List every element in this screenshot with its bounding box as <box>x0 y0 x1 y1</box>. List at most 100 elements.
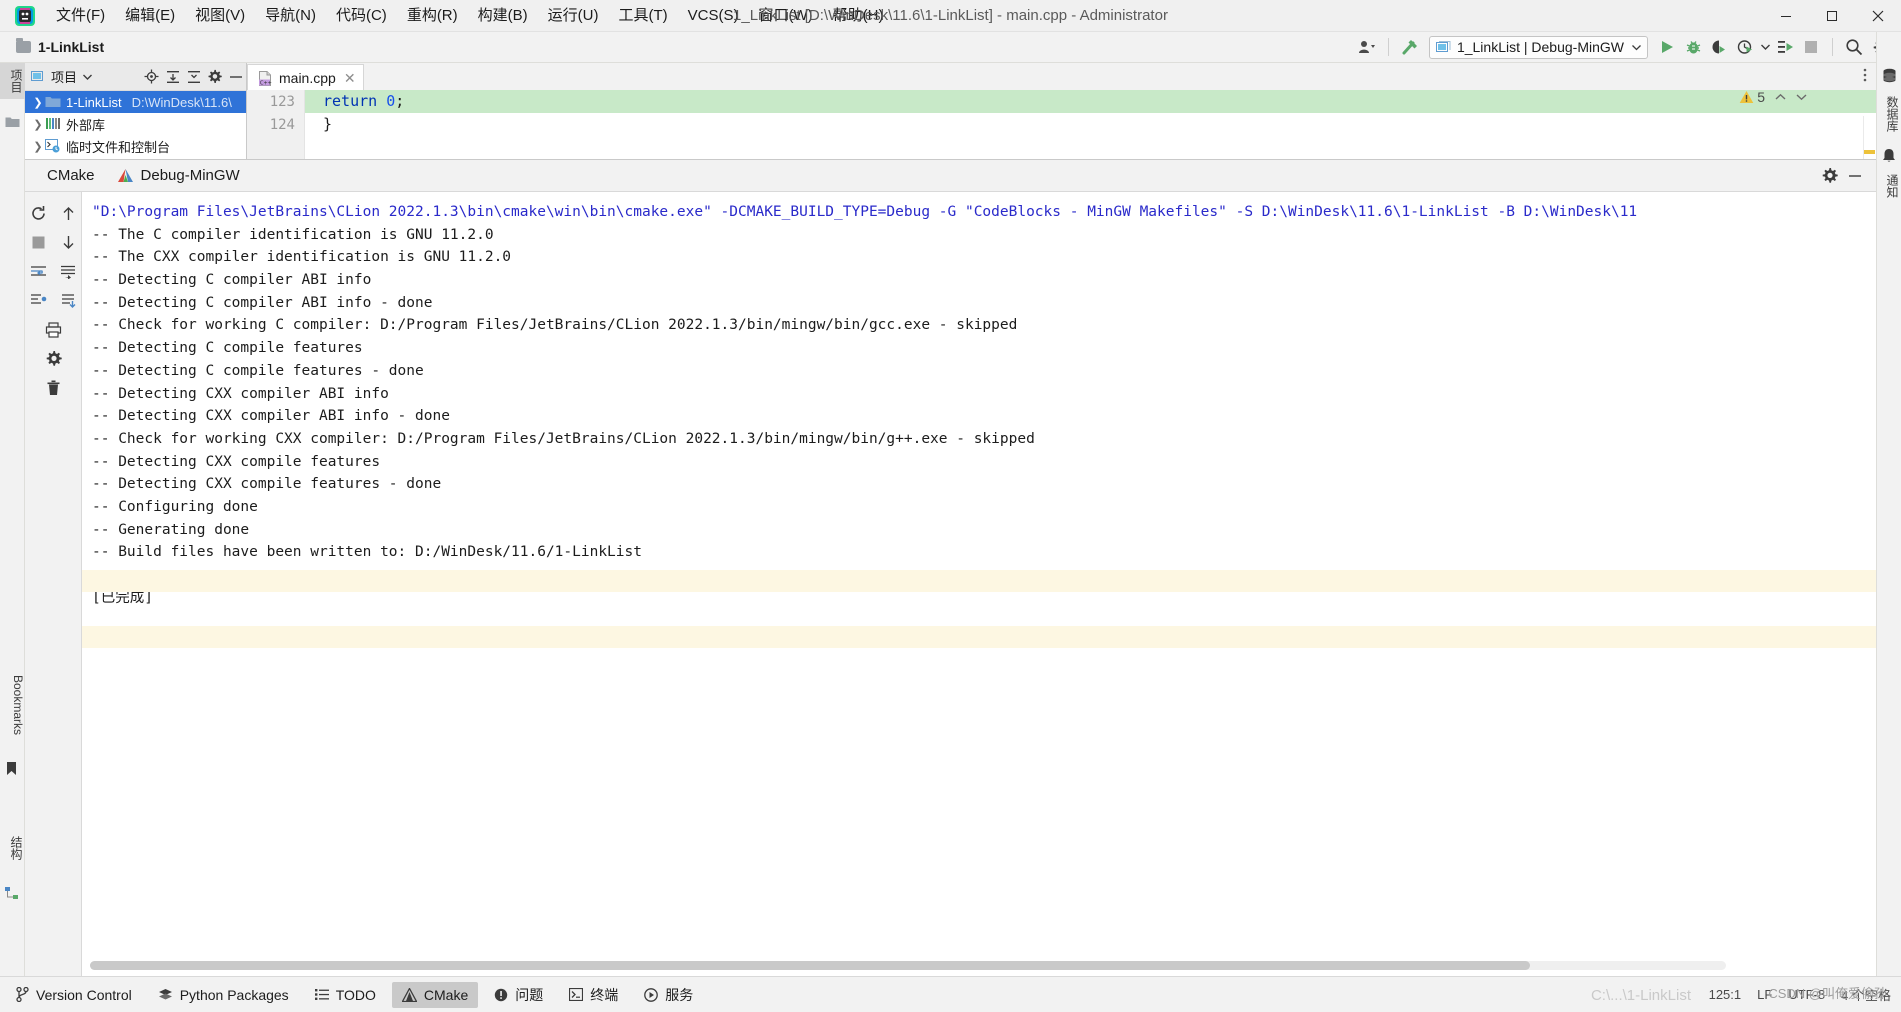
locate-icon[interactable] <box>141 66 162 88</box>
menu-help[interactable]: 帮助(H) <box>823 0 894 32</box>
use-soft-wraps-icon[interactable] <box>55 258 81 285</box>
notifications-bell-icon[interactable] <box>1882 148 1897 163</box>
chevron-right-icon[interactable]: ❯ <box>31 118 45 131</box>
cmake-side-row-1 <box>25 200 81 229</box>
settings-gear-icon[interactable] <box>204 66 225 88</box>
editor-more-actions[interactable] <box>1858 66 1872 84</box>
code-editor[interactable]: 123 124 return 0; } <box>247 90 1876 185</box>
print-icon[interactable] <box>40 316 67 343</box>
chevron-right-icon[interactable]: ❯ <box>31 96 45 109</box>
chevron-right-icon[interactable]: ❯ <box>31 140 45 153</box>
menu-file[interactable]: 文件(F) <box>46 0 115 32</box>
bottom-tab-python-packages[interactable]: Python Packages <box>148 982 299 1008</box>
tree-item-1-linklist[interactable]: ❯ 1-LinkList D:\WinDesk\11.6\ <box>25 91 246 113</box>
rerun-cmake-icon[interactable] <box>25 200 51 227</box>
menu-refactor[interactable]: 重构(R) <box>397 0 468 32</box>
scroll-to-end-icon[interactable] <box>25 287 51 314</box>
settings-gear-icon[interactable] <box>40 345 67 372</box>
stop-icon[interactable] <box>25 229 51 256</box>
user-avatar-icon[interactable] <box>1354 35 1380 59</box>
cmake-side-row-6 <box>25 345 81 374</box>
menu-view[interactable]: 视图(V) <box>185 0 255 32</box>
attach-to-process-icon[interactable] <box>1772 35 1798 59</box>
close-icon[interactable]: ✕ <box>344 70 356 87</box>
tree-item-label: 临时文件和控制台 <box>66 139 171 155</box>
profiler-icon[interactable] <box>1732 35 1758 59</box>
scrollbar-thumb[interactable] <box>90 961 1530 970</box>
console-horizontal-scrollbar[interactable] <box>90 961 1726 970</box>
editor-tab-main-cpp[interactable]: C++ main.cpp ✕ <box>247 64 364 91</box>
breadcrumb[interactable]: 1-LinkList <box>38 39 104 55</box>
menu-window[interactable]: 窗口(W) <box>748 0 822 32</box>
clear-all-trash-icon[interactable] <box>40 374 67 401</box>
run-with-coverage-icon[interactable] <box>1706 35 1732 59</box>
maximize-button[interactable] <box>1809 0 1855 32</box>
folder-icon <box>45 95 62 109</box>
code-line[interactable]: } <box>305 113 1876 136</box>
debug-icon[interactable] <box>1680 35 1706 59</box>
menu-vcs[interactable]: VCS(S) <box>678 0 749 32</box>
console-line: -- The C compiler identification is GNU … <box>92 226 494 243</box>
cmake-side-row-4 <box>25 287 81 316</box>
structure-icon[interactable] <box>5 886 20 901</box>
collapse-all-icon[interactable] <box>183 66 204 88</box>
database-icon[interactable] <box>1882 68 1897 83</box>
bottom-tab-todo[interactable]: TODO <box>305 982 386 1008</box>
menu-edit[interactable]: 编辑(E) <box>115 0 185 32</box>
chevron-down-icon[interactable] <box>77 66 98 88</box>
code-line[interactable]: return 0; <box>305 90 1876 113</box>
hide-icon[interactable] <box>225 66 246 88</box>
console-line: -- The CXX compiler identification is GN… <box>92 249 512 266</box>
bookmark-icon[interactable] <box>5 761 20 776</box>
hide-icon[interactable] <box>1842 163 1868 189</box>
sidebar-tab-project[interactable]: 项目 <box>0 63 25 99</box>
code-token-return: return <box>323 92 378 110</box>
tree-item-scratches-consoles[interactable]: ❯ 临时文件和控制台 <box>25 135 246 157</box>
scroll-down-icon[interactable] <box>55 229 81 256</box>
console-line: "D:\Program Files\JetBrains\CLion 2022.1… <box>92 204 1638 220</box>
previous-highlight-icon[interactable] <box>1770 93 1791 101</box>
menu-run[interactable]: 运行(U) <box>538 0 609 32</box>
inspection-status-badge[interactable]: 5 <box>1739 89 1812 105</box>
sidebar-tab-database[interactable]: 数据库 <box>1876 90 1901 138</box>
scroll-up-icon[interactable] <box>55 200 81 227</box>
close-button[interactable] <box>1855 0 1901 32</box>
expand-all-icon[interactable] <box>162 66 183 88</box>
folder-icon[interactable] <box>5 115 20 130</box>
menu-navigate[interactable]: 导航(N) <box>255 0 326 32</box>
tree-item-label: 外部库 <box>66 117 106 133</box>
bottom-tab-version-control[interactable]: Version Control <box>6 982 142 1008</box>
scroll-to-end-arrow-icon[interactable] <box>55 287 81 314</box>
menu-tools[interactable]: 工具(T) <box>608 0 677 32</box>
settings-gear-icon[interactable] <box>1816 163 1842 189</box>
line-number: 124 <box>269 117 295 133</box>
bottom-tab-terminal[interactable]: 终端 <box>559 982 628 1008</box>
run-icon[interactable] <box>1654 35 1680 59</box>
next-highlight-icon[interactable] <box>1791 93 1812 101</box>
stop-icon[interactable] <box>1798 35 1824 59</box>
cmake-header-actions <box>1816 163 1876 189</box>
cmake-tab-debug-mingw[interactable]: Debug-MinGW <box>117 167 240 184</box>
warning-stripe-mark[interactable] <box>1864 150 1875 154</box>
run-configuration-selector[interactable]: 1_LinkList | Debug-MinGW <box>1428 35 1648 59</box>
bottom-tab-services[interactable]: 服务 <box>634 982 703 1008</box>
minimize-button[interactable] <box>1763 0 1809 32</box>
sidebar-tab-structure[interactable]: 结构 <box>0 830 25 866</box>
console-line: -- Generating done <box>92 521 250 538</box>
menu-build[interactable]: 构建(B) <box>468 0 538 32</box>
bottom-tab-cmake[interactable]: CMake <box>391 981 479 1008</box>
terminal-icon <box>569 988 584 1001</box>
code-lines[interactable]: return 0; } <box>305 90 1876 159</box>
folder-icon <box>16 38 31 53</box>
menu-code[interactable]: 代码(C) <box>326 0 397 32</box>
toggle-soft-wrap-icon[interactable] <box>25 258 51 285</box>
cmake-console[interactable]: "D:\Program Files\JetBrains\CLion 2022.1… <box>82 192 1876 976</box>
bottom-tab-problems[interactable]: 问题 <box>484 982 553 1008</box>
build-hammer-icon[interactable] <box>1397 35 1423 59</box>
sidebar-tab-notifications[interactable]: 通知 <box>1876 168 1901 204</box>
sidebar-tab-bookmarks[interactable]: Bookmarks <box>0 669 25 741</box>
search-icon[interactable] <box>1841 35 1867 59</box>
status-caret-position[interactable]: 125:1 <box>1709 987 1742 1002</box>
tree-item-external-libraries[interactable]: ❯ 外部库 <box>25 113 246 135</box>
chevron-down-icon[interactable] <box>1758 35 1772 59</box>
